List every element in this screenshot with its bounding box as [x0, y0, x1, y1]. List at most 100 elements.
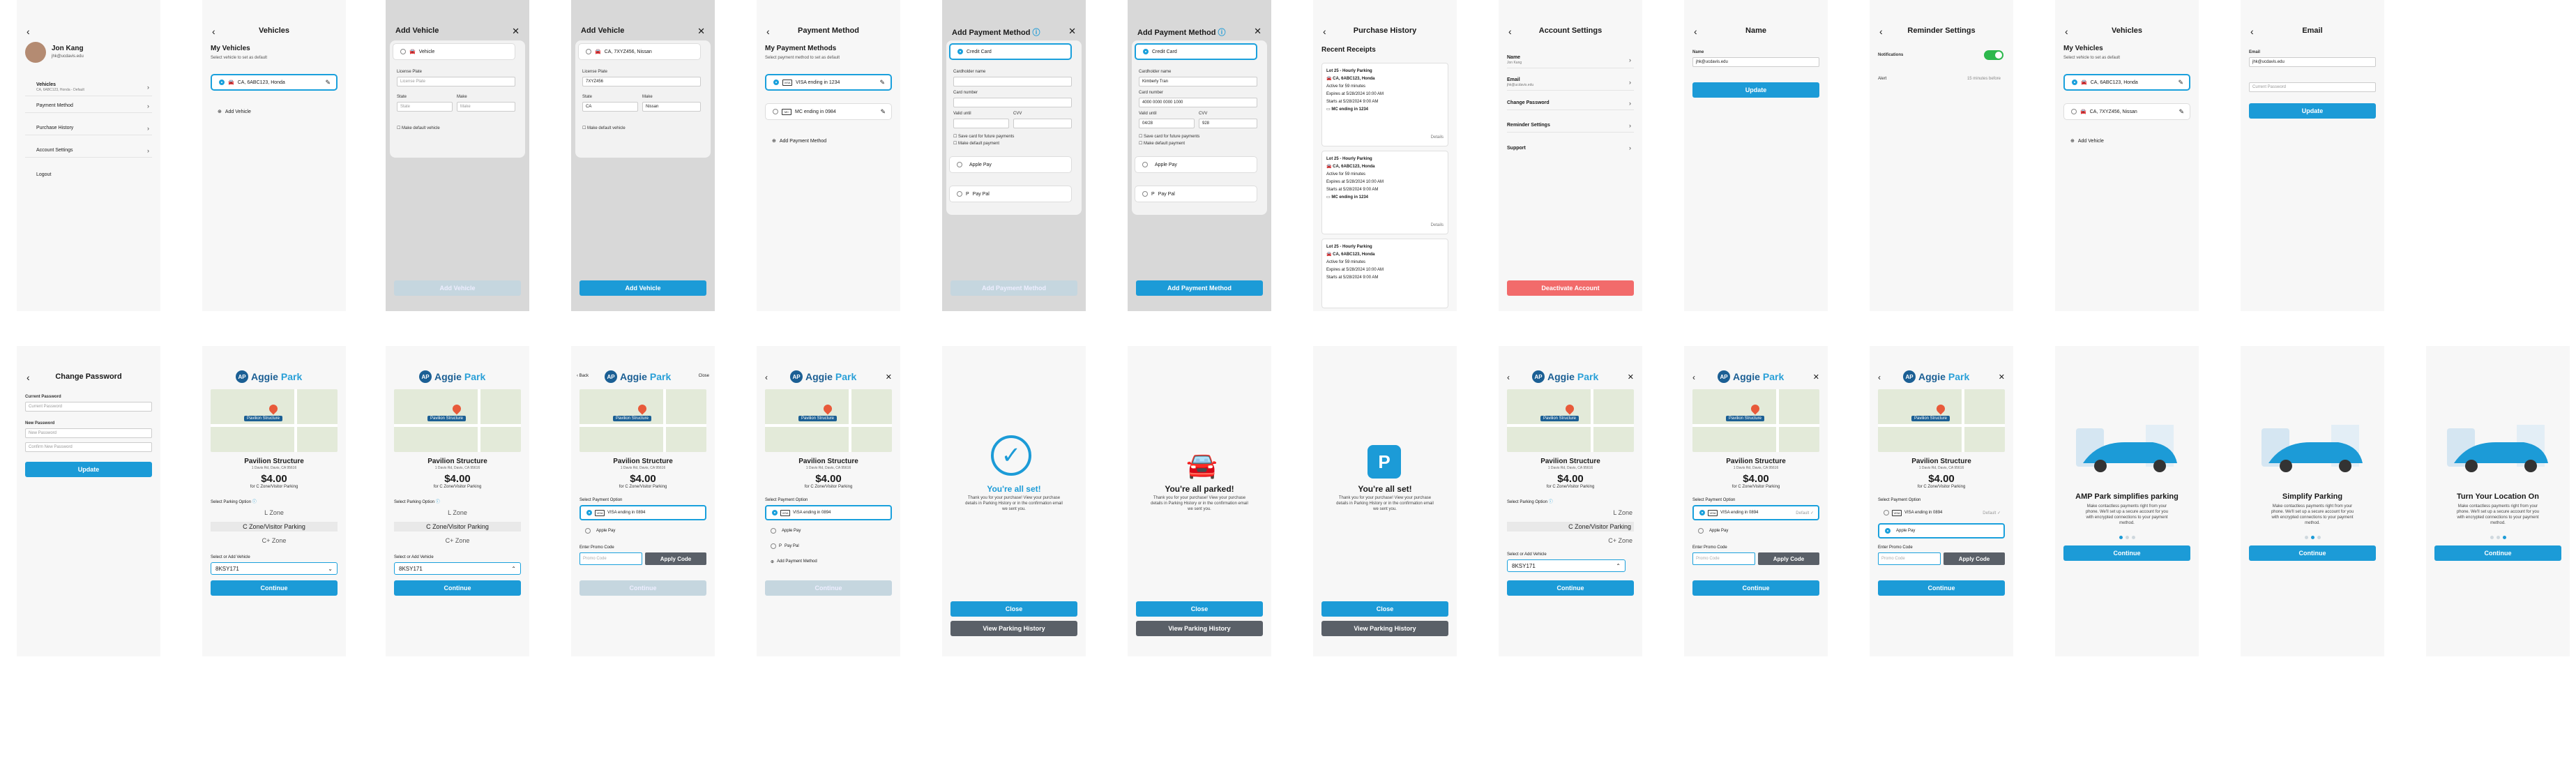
page-dot[interactable] [2502, 536, 2506, 539]
map[interactable]: Pavilion Structure [765, 389, 892, 452]
cvv-input[interactable]: 928 [1199, 119, 1257, 128]
paypal-option[interactable]: P Pay Pal [1135, 186, 1257, 202]
radio[interactable] [773, 109, 778, 114]
update-button[interactable]: Update [2249, 103, 2376, 119]
password-input[interactable]: Current Password [2249, 82, 2376, 92]
name-input[interactable]: jhk@ucdavis.edu [1692, 57, 1819, 67]
map[interactable]: Pavilion Structure [1878, 389, 2005, 452]
add-payment-button[interactable]: Add Payment Method [1136, 280, 1263, 296]
zone-option[interactable]: C+ Zone [1499, 537, 1642, 544]
radio[interactable] [771, 528, 776, 534]
radio[interactable] [1142, 191, 1148, 197]
close-icon[interactable]: ✕ [512, 27, 520, 36]
map[interactable]: Pavilion Structure [579, 389, 706, 452]
promo-input[interactable]: Promo Code [1878, 552, 1941, 565]
map[interactable]: Pavilion Structure [394, 389, 521, 452]
pencil-icon[interactable]: ✎ [2178, 79, 2183, 86]
zone-option[interactable]: C+ Zone [202, 537, 346, 544]
notifications-toggle[interactable] [1984, 50, 2003, 60]
plate-input[interactable]: 7XYZ456 [582, 77, 701, 86]
page-dot[interactable] [2317, 536, 2321, 539]
close-button[interactable]: Close [1321, 601, 1448, 617]
visa-option[interactable]: VISA VISA ending in 0894 [579, 505, 706, 520]
close-button[interactable]: Close [950, 601, 1077, 617]
radio-selected[interactable] [219, 80, 225, 85]
payment-card[interactable]: VISA VISA ending in 1234 ✎ [765, 74, 892, 91]
radio[interactable] [1698, 528, 1704, 534]
plate-input[interactable]: License Plate [397, 77, 515, 86]
back-icon[interactable]: ‹ [212, 27, 215, 36]
save-checkbox[interactable]: ☐ Save card for future payments [1139, 134, 1199, 139]
zone-option-selected[interactable]: C Zone/Visitor Parking [394, 522, 521, 532]
continue-button[interactable]: Continue [211, 580, 338, 596]
radio-selected[interactable] [772, 510, 778, 515]
default-checkbox[interactable]: ☐ Make default vehicle [582, 126, 626, 130]
radio[interactable] [1884, 510, 1889, 515]
menu-item-history[interactable]: Purchase History › [25, 121, 152, 135]
continue-button[interactable]: Continue [1507, 580, 1634, 596]
radio[interactable] [2071, 109, 2077, 114]
apple-pay-option[interactable]: Apple Pay [579, 523, 706, 539]
back-icon[interactable]: ‹ [765, 372, 768, 382]
add-payment-link[interactable]: ⊕ Add Payment Method [765, 133, 892, 149]
continue-button[interactable]: Continue [1692, 580, 1819, 596]
pencil-icon[interactable]: ✎ [879, 79, 885, 86]
close-icon[interactable]: ✕ [886, 372, 892, 382]
radio[interactable] [586, 49, 591, 54]
radio[interactable] [400, 49, 406, 54]
close-icon[interactable]: ✕ [1068, 27, 1076, 36]
valid-input[interactable]: 04/28 [1139, 119, 1195, 128]
visa-option[interactable]: VISA VISA ending in 0894 [765, 505, 892, 520]
valid-input[interactable] [953, 119, 1009, 128]
back-icon[interactable]: ‹ [1692, 372, 1695, 382]
continue-button[interactable]: Continue [2063, 545, 2190, 561]
page-dots[interactable] [2055, 536, 2199, 539]
back-icon[interactable]: ‹ [2065, 27, 2068, 36]
make-input[interactable]: Nissan [642, 102, 701, 112]
vehicle-card[interactable]: 🚘 CA, 6ABC123, Honda ✎ [211, 74, 338, 91]
radio-selected[interactable] [957, 49, 963, 54]
vehicle-card[interactable]: 🚘 CA, 7XYZ456, Nissan ✎ [2063, 103, 2190, 120]
map[interactable]: Pavilion Structure [211, 389, 338, 452]
back-icon[interactable]: ‹ [1323, 27, 1326, 36]
radio-selected[interactable] [586, 510, 592, 515]
promo-input[interactable]: Promo Code [1692, 552, 1755, 565]
visa-option[interactable]: VISA VISA ending in 0894 Default ✓ [1692, 505, 1819, 520]
back-icon[interactable]: ‹ [1507, 372, 1510, 382]
continue-button[interactable]: Continue [1878, 580, 2005, 596]
zone-option-selected[interactable]: C Zone/Visitor Parking [1507, 522, 1634, 532]
close-icon[interactable]: ✕ [697, 27, 705, 36]
view-history-button[interactable]: View Parking History [1321, 621, 1448, 636]
credit-card-option[interactable]: Credit Card [949, 43, 1072, 60]
zone-option[interactable]: L Zone [1499, 509, 1642, 516]
apple-pay-option[interactable]: Apple Pay [1135, 156, 1257, 173]
close-icon[interactable]: ✕ [1254, 27, 1262, 36]
apply-code-button[interactable]: Apply Code [1944, 552, 2005, 565]
back-icon[interactable]: ‹ [2250, 27, 2254, 36]
radio[interactable] [957, 191, 962, 197]
close-link[interactable]: Close [699, 374, 709, 378]
pencil-icon[interactable]: ✎ [880, 108, 886, 116]
radio[interactable] [585, 528, 591, 534]
name-input[interactable]: Kimberly Tran [1139, 77, 1257, 86]
vehicle-type-option[interactable]: 🚘 Vehicle [393, 43, 515, 60]
add-vehicle-button[interactable]: Add Vehicle [579, 280, 706, 296]
paypal-option[interactable]: P Pay Pal [765, 539, 892, 554]
settings-item-reminder[interactable]: Reminder Settings › [1507, 119, 1634, 133]
name-input[interactable] [953, 77, 1072, 86]
zone-option[interactable]: L Zone [386, 509, 529, 516]
page-dot[interactable] [2125, 536, 2129, 539]
details-link[interactable]: Details [1431, 134, 1444, 142]
apple-pay-option[interactable]: Apple Pay [1692, 523, 1819, 539]
menu-item-settings[interactable]: Account Settings › [25, 144, 152, 158]
number-input[interactable] [953, 98, 1072, 107]
continue-button[interactable]: Continue [2434, 545, 2561, 561]
settings-item-support[interactable]: Support › [1507, 141, 1634, 155]
back-icon[interactable]: ‹ [1878, 372, 1881, 382]
make-input[interactable]: Make [457, 102, 515, 112]
page-dots[interactable] [2241, 536, 2384, 539]
zone-option-selected[interactable]: C Zone/Visitor Parking [211, 522, 338, 532]
map[interactable]: Pavilion Structure [1692, 389, 1819, 452]
email-input[interactable]: jhk@ucdavis.edu [2249, 57, 2376, 67]
back-icon[interactable]: ‹ [26, 372, 30, 382]
